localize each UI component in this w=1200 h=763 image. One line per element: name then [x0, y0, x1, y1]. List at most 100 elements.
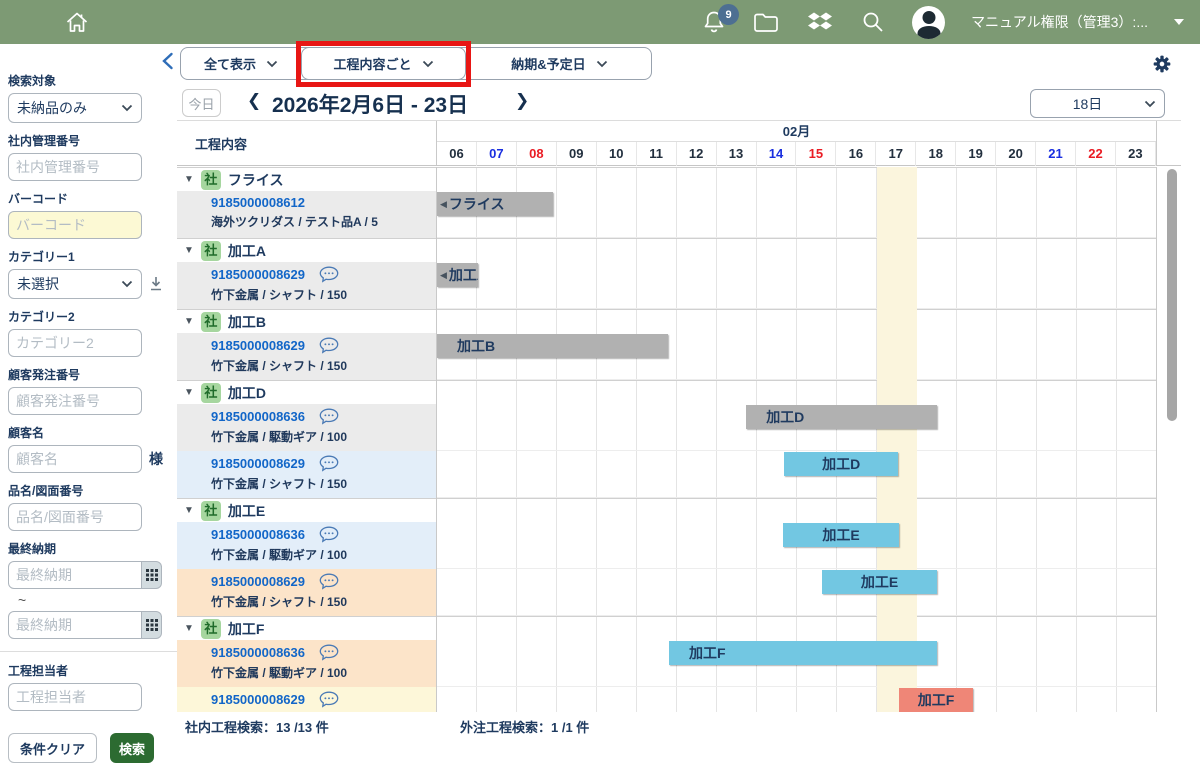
vertical-scrollbar[interactable]: [1157, 167, 1181, 712]
home-icon[interactable]: [64, 9, 90, 35]
tab-by-process[interactable]: 工程内容ごと: [301, 47, 466, 80]
gantt-header: 工程内容 02月 0607080910111213141516171819202…: [177, 120, 1181, 166]
notifications-bell-icon[interactable]: 9: [702, 9, 726, 35]
collapse-triangle-icon[interactable]: ▼: [184, 623, 194, 634]
collapse-triangle-icon[interactable]: ▼: [184, 245, 194, 256]
clear-conditions-button[interactable]: 条件クリア: [8, 733, 97, 763]
day-header-19: 19: [956, 142, 996, 166]
search-target-label: 検索対象: [8, 72, 177, 89]
customer-name-input[interactable]: [8, 445, 142, 473]
collapse-sidebar-chevron-icon[interactable]: [161, 52, 174, 75]
comment-bubble-icon[interactable]: [319, 691, 339, 708]
menu-icon[interactable]: [14, 14, 38, 31]
range-length-select[interactable]: 18日: [1030, 89, 1165, 118]
calendar-picker-icon[interactable]: [142, 611, 162, 639]
group-label: 加工B: [228, 312, 266, 332]
order-id-link[interactable]: 9185000008636: [211, 645, 305, 660]
order-id-link[interactable]: 9185000008629: [211, 692, 305, 707]
customer-order-no-input[interactable]: [8, 387, 142, 415]
comment-bubble-icon[interactable]: [319, 455, 339, 472]
process-list-item[interactable]: 9185000008629竹下金属 / シャフト / 150: [177, 687, 436, 712]
avatar[interactable]: [912, 6, 945, 39]
gantt-bar-加工B[interactable]: 加工B: [437, 334, 668, 358]
prev-period-chevron-icon[interactable]: ❮: [247, 91, 261, 111]
internal-process-count: 社内工程検索：13 /13 件: [185, 717, 329, 736]
product-no-input[interactable]: [8, 503, 142, 531]
gantt-bar-加工D[interactable]: 加工D: [784, 452, 898, 476]
gantt-bar-加工E[interactable]: 加工E: [822, 570, 937, 594]
comment-bubble-icon[interactable]: [319, 573, 339, 590]
day-header-16: 16: [836, 142, 876, 166]
collapse-triangle-icon[interactable]: ▼: [184, 505, 194, 516]
order-id-link[interactable]: 9185000008629: [211, 338, 305, 353]
order-id-link[interactable]: 9185000008629: [211, 267, 305, 282]
process-list-item[interactable]: 9185000008629竹下金属 / シャフト / 150: [177, 333, 436, 380]
process-staff-input[interactable]: [8, 683, 142, 711]
group-label: 加工A: [228, 241, 266, 261]
order-id-link[interactable]: 9185000008629: [211, 574, 305, 589]
order-id-link[interactable]: 9185000008636: [211, 527, 305, 542]
comment-bubble-icon[interactable]: [319, 408, 339, 425]
collapse-triangle-icon[interactable]: ▼: [184, 174, 194, 185]
search-target-select[interactable]: 未納品のみ: [8, 93, 142, 123]
order-id-link[interactable]: 9185000008612: [211, 195, 305, 210]
gantt-bar-フライス[interactable]: ◀フライス: [437, 192, 553, 216]
search-icon[interactable]: [860, 9, 886, 35]
process-list-item[interactable]: 9185000008636竹下金属 / 駆動ギア / 100: [177, 404, 436, 451]
gantt-bar-加工F[interactable]: 加工F: [899, 688, 973, 712]
settings-gear-icon[interactable]: [1152, 54, 1172, 79]
gantt-bar-加工A[interactable]: ◀加工A: [437, 263, 478, 287]
comment-bubble-icon[interactable]: [319, 337, 339, 354]
internal-no-input[interactable]: [8, 153, 142, 181]
group-header-加工F[interactable]: ▼社加工F: [177, 616, 436, 640]
comment-bubble-icon[interactable]: [319, 266, 339, 283]
group-label: 加工E: [228, 501, 265, 521]
group-header-加工A[interactable]: ▼社加工A: [177, 238, 436, 262]
category1-select[interactable]: 未選択: [8, 269, 142, 299]
user-menu-caret-icon[interactable]: [1174, 19, 1184, 25]
final-due-to-input[interactable]: [8, 611, 142, 639]
final-due-from-input[interactable]: [8, 561, 142, 589]
collapse-triangle-icon[interactable]: ▼: [184, 387, 194, 398]
gantt-bar-加工E[interactable]: 加工E: [783, 523, 899, 547]
company-badge: 社: [201, 170, 221, 190]
group-header-加工B[interactable]: ▼社加工B: [177, 309, 436, 333]
tab-show-all[interactable]: 全て表示: [181, 48, 301, 79]
process-list-item[interactable]: 9185000008636竹下金属 / 駆動ギア / 100: [177, 640, 436, 687]
user-menu-label[interactable]: マニュアル権限（管理3）:...: [971, 12, 1148, 32]
process-list-item[interactable]: 9185000008629竹下金属 / シャフト / 150: [177, 569, 436, 616]
company-badge: 社: [201, 619, 221, 639]
gantt-bar-加工D[interactable]: 加工D: [746, 405, 937, 429]
order-id-link[interactable]: 9185000008636: [211, 409, 305, 424]
barcode-input[interactable]: [8, 211, 142, 239]
category2-input[interactable]: [8, 329, 142, 357]
comment-bubble-icon[interactable]: [319, 644, 339, 661]
dropbox-icon[interactable]: [806, 10, 834, 34]
chevron-down-icon: [121, 104, 133, 112]
order-id-link[interactable]: 9185000008629: [211, 456, 305, 471]
next-period-chevron-icon[interactable]: ❯: [515, 91, 529, 111]
final-due-label: 最終納期: [8, 540, 177, 557]
process-list-item[interactable]: 9185000008629竹下金属 / シャフト / 150: [177, 451, 436, 498]
apply-category-down-icon[interactable]: [149, 276, 163, 292]
folder-icon[interactable]: [752, 10, 780, 34]
day-header-18: 18: [916, 142, 956, 166]
chart-row-lane: [437, 262, 1156, 309]
today-button[interactable]: 今日: [182, 89, 221, 117]
process-list-item[interactable]: 9185000008629竹下金属 / シャフト / 150: [177, 262, 436, 309]
process-list-item[interactable]: 9185000008612海外ツクリダス / テスト品A / 5: [177, 191, 436, 238]
process-list-item[interactable]: 9185000008636竹下金属 / 駆動ギア / 100: [177, 522, 436, 569]
group-header-フライス[interactable]: ▼社フライス: [177, 167, 436, 191]
group-header-加工E[interactable]: ▼社加工E: [177, 498, 436, 522]
gantt-bar-加工F[interactable]: 加工F: [669, 641, 937, 665]
group-header-加工D[interactable]: ▼社加工D: [177, 380, 436, 404]
scrollbar-thumb[interactable]: [1167, 169, 1177, 421]
group-lane: [437, 238, 1156, 262]
continues-left-icon: ◀: [440, 199, 447, 210]
calendar-picker-icon[interactable]: [142, 561, 162, 589]
customer-name-label: 顧客名: [8, 424, 177, 441]
comment-bubble-icon[interactable]: [319, 526, 339, 543]
collapse-triangle-icon[interactable]: ▼: [184, 316, 194, 327]
search-button[interactable]: 検索: [110, 733, 154, 763]
tab-due-and-planned[interactable]: 納期&予定日: [466, 48, 653, 79]
